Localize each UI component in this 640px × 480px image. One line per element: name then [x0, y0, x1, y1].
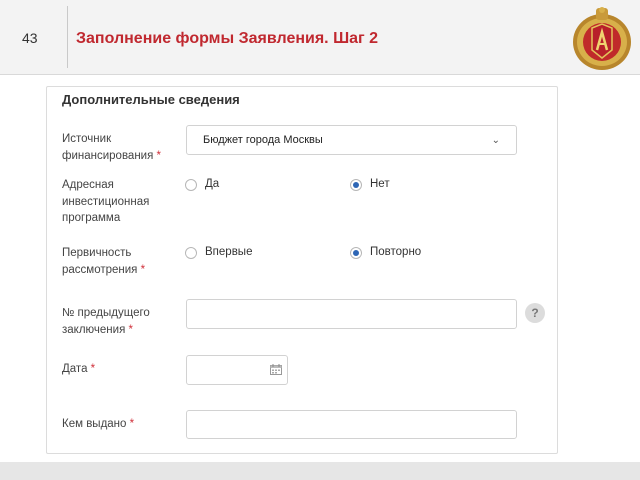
help-icon[interactable]: ? [525, 303, 545, 323]
section-title: Дополнительные сведения [62, 92, 240, 107]
funding-source-label-text: Источник финансирования [62, 133, 154, 162]
funding-source-value: Бюджет города Москвы [203, 134, 323, 146]
required-mark: * [129, 418, 135, 430]
review-primacy-radio-repeat[interactable] [350, 247, 362, 259]
header-divider [67, 6, 68, 68]
required-mark: * [140, 263, 146, 276]
address-program-radio-no[interactable] [350, 179, 362, 191]
review-primacy-radio-first[interactable] [185, 247, 197, 259]
caret-down-icon: ⌄ [491, 135, 500, 146]
slide-header: 43 Заполнение формы Заявления. Шаг 2 [0, 0, 640, 75]
funding-source-select[interactable]: Бюджет города Москвы ⌄ [186, 125, 517, 155]
required-mark: * [156, 149, 162, 162]
date-input[interactable] [186, 355, 288, 385]
date-label: Дата * [62, 361, 182, 378]
address-program-option-yes: Да [205, 178, 220, 190]
address-program-label: Адресная инвестиционная программа [62, 177, 182, 227]
review-primacy-option-first: Впервые [205, 246, 253, 258]
review-primacy-label-text: Первичность рассмотрения [62, 247, 138, 276]
issued-by-label-text: Кем выдано [62, 418, 127, 430]
review-primacy-label: Первичность рассмотрения * [62, 245, 182, 278]
address-program-radio-yes[interactable] [185, 179, 197, 191]
funding-source-label: Источник финансирования * [62, 131, 182, 164]
required-mark: * [90, 363, 96, 375]
required-mark: * [128, 323, 133, 336]
calendar-icon[interactable] [270, 364, 282, 375]
review-primacy-option-repeat: Повторно [370, 246, 422, 258]
slide-number: 43 [22, 30, 38, 46]
previous-conclusion-input[interactable] [186, 299, 517, 329]
address-program-label-text: Адресная инвестиционная программа [62, 179, 150, 224]
emblem-icon [573, 7, 631, 70]
slide-footer [0, 462, 640, 480]
address-program-option-no: Нет [370, 178, 390, 190]
issued-by-input[interactable] [186, 410, 517, 439]
page-title: Заполнение формы Заявления. Шаг 2 [76, 30, 379, 47]
issued-by-label: Кем выдано * [62, 416, 182, 433]
previous-conclusion-label: № предыдущего заключения * [62, 305, 182, 338]
date-label-text: Дата [62, 363, 88, 375]
previous-conclusion-label-text: № предыдущего заключения [62, 307, 150, 336]
